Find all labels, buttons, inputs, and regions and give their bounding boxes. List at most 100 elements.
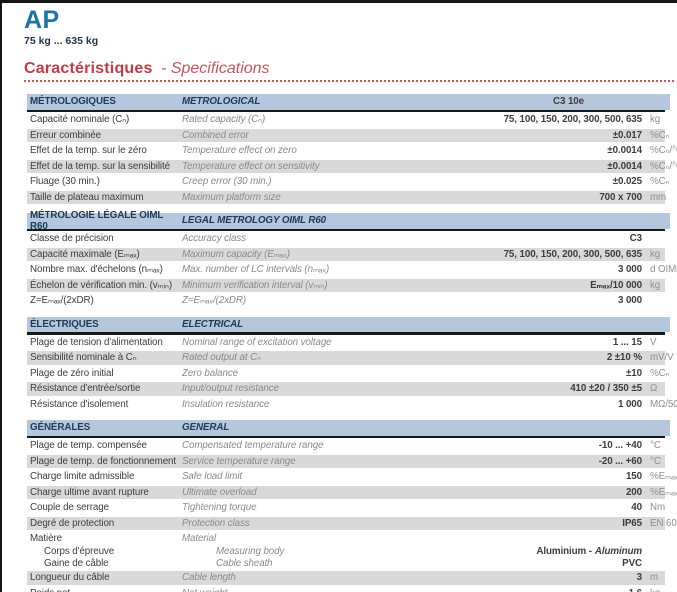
section-title-fr: ÉLECTRIQUES	[27, 319, 182, 330]
spec-row: Degré de protectionProtection classIP65E…	[27, 516, 677, 532]
section-title-en: LEGAL METROLOGY OIML R60	[182, 215, 472, 226]
label-fr-cell: Effet de la temp. sur le zéro	[27, 145, 182, 156]
spec-row: Plage de temp. de fonctionnementService …	[27, 454, 677, 470]
label-fr-cell: Degré de protection	[27, 518, 182, 529]
unit-cell: %Cₙ	[650, 368, 677, 379]
label-en-cell: Temperature effect on zero	[182, 145, 472, 156]
spec-row: Fluage (30 min.)Creep error (30 min.)±0.…	[27, 174, 677, 190]
value-cell: 40	[472, 502, 642, 513]
label-en-cell: Minimum verification interval (vₘᵢₙ)	[182, 280, 472, 291]
label-en-cell: Zero balance	[182, 368, 472, 379]
label-fr-cell: Capacité maximale (Eₘₐₓ)	[27, 249, 182, 260]
unit-cell: kg	[650, 588, 677, 592]
unit-cell: %Eₘₐₓ	[650, 487, 677, 498]
label-fr-cell: Charge ultime avant rupture	[27, 487, 182, 498]
label-en-cell: Combined error	[182, 130, 472, 141]
unit-cell: Nm	[650, 502, 677, 513]
label-fr-cell: Couple de serrage	[27, 502, 182, 513]
label-en-cell: Service temperature range	[182, 456, 472, 467]
section-header-row: GÉNÉRALESGENERAL	[27, 420, 677, 436]
section-title-fr: MÉTROLOGIE LÉGALE OIML R60	[27, 210, 182, 232]
label-en-cell: Rated output at Cₙ	[182, 352, 472, 363]
label-fr-cell: Gaine de câble	[27, 558, 196, 569]
value-text-italic: Aluminum	[595, 546, 642, 557]
spec-section: MÉTROLOGIE LÉGALE OIML R60LEGAL METROLOG…	[27, 213, 677, 309]
value-cell: 3 000	[472, 295, 642, 306]
value-text: Aluminium -	[536, 546, 592, 557]
page-content: AP 75 kg ... 635 kg Caractéristiques - S…	[2, 3, 677, 592]
unit-cell: MΩ/50V	[650, 399, 677, 410]
value-text: PVC	[622, 558, 642, 569]
unit-cell: mm	[650, 192, 677, 203]
value-cell: ±0.017	[472, 130, 642, 141]
unit-cell: V	[650, 337, 677, 348]
section-header-row: MÉTROLOGIE LÉGALE OIML R60LEGAL METROLOG…	[27, 213, 677, 229]
value-cell: 410 ±20 / 350 ±5	[472, 383, 642, 394]
label-en-cell: Maximum platform size	[182, 192, 472, 203]
value-cell: 1 ... 15	[472, 337, 642, 348]
value-cell: 3 000	[472, 264, 642, 275]
label-en-cell: Insulation resistance	[182, 399, 472, 410]
section-title-en: METROLOGICAL	[182, 96, 472, 107]
spec-row: Classe de précisionAccuracy classC3	[27, 231, 677, 247]
label-fr-cell: Longueur du câble	[27, 572, 182, 583]
value-cell: 75, 100, 150, 200, 300, 500, 635	[472, 114, 642, 125]
value-cell: PVC	[472, 558, 642, 569]
label-fr-cell: Erreur combinée	[27, 130, 182, 141]
label-fr-cell: Corps d'épreuve	[27, 546, 196, 557]
capacity-range: 75 kg ... 635 kg	[24, 35, 677, 47]
unit-cell: m	[650, 572, 677, 583]
label-fr-cell: Plage de temp. de fonctionnement	[27, 456, 182, 467]
label-en-cell: Net weight	[182, 588, 472, 592]
specs-heading-en: - Specifications	[161, 60, 270, 77]
spec-row: Échelon de vérification min. (vₘᵢₙ)Minim…	[27, 278, 677, 294]
label-en-cell: Maximum capacity (Eₘₐₓ)	[182, 249, 472, 260]
label-en-cell: Input/output resistance	[182, 383, 472, 394]
value-cell: -20 ... +60	[472, 456, 642, 467]
spec-row: Nombre max. d'échelons (nₘₐₓ)Max. number…	[27, 262, 677, 278]
section-title-en: ELECTRICAL	[182, 319, 472, 330]
value-cell: Eₘₐₓ/10 000	[472, 280, 642, 291]
label-en-cell: Compensated temperature range	[182, 440, 472, 451]
label-en-cell: Creep error (30 min.)	[182, 176, 472, 187]
unit-cell: %Cₙ/°C	[650, 145, 677, 156]
label-en-cell: Cable length	[182, 572, 472, 583]
unit-cell: kg	[650, 249, 677, 260]
datasheet-page: AP 75 kg ... 635 kg Caractéristiques - S…	[0, 0, 677, 592]
product-title: AP	[24, 8, 677, 32]
section-title-fr: GÉNÉRALES	[27, 422, 182, 433]
label-fr-cell: Plage de zéro initial	[27, 368, 182, 379]
spec-row: Z=Eₘₐₓ/(2xDR)Z=Eₘₐₓ/(2xDR)3 000	[27, 293, 677, 309]
label-fr-cell: Plage de tension d'alimentation	[27, 337, 182, 348]
spec-row: Taille de plateau maximumMaximum platfor…	[27, 190, 677, 206]
specs-heading: Caractéristiques - Specifications	[24, 60, 677, 77]
label-fr-cell: Fluage (30 min.)	[27, 176, 182, 187]
spec-row: Plage de temp. compenséeCompensated temp…	[27, 438, 677, 454]
spec-section: MÉTROLOGIQUESMETROLOGICALC3 10eCapacité …	[27, 94, 677, 205]
label-fr-cell: Charge limite admissible	[27, 471, 182, 482]
unit-cell: kg	[650, 280, 677, 291]
label-fr-cell: Nombre max. d'échelons (nₘₐₓ)	[27, 264, 182, 275]
value-cell: ±0.0014	[472, 145, 642, 156]
label-en-cell: Nominal range of excitation voltage	[182, 337, 472, 348]
value-cell: IP65	[472, 518, 642, 529]
label-fr-cell: Sensibilité nominale à Cₙ	[27, 352, 182, 363]
value-cell: 700 x 700	[472, 192, 642, 203]
unit-cell: °C	[650, 456, 677, 467]
label-fr-cell: Z=Eₘₐₓ/(2xDR)	[27, 295, 182, 306]
label-en-cell: Safe load limit	[182, 471, 472, 482]
spec-row: Sensibilité nominale à CₙRated output at…	[27, 350, 677, 366]
spec-row: Résistance d'isolementInsulation resista…	[27, 397, 677, 413]
value-cell: -10 ... +40	[472, 440, 642, 451]
label-fr-cell: Classe de précision	[27, 233, 182, 244]
label-fr-cell: Plage de temp. compensée	[27, 440, 182, 451]
spec-row: Poids netNet weight1.6kg	[27, 586, 677, 592]
label-fr-cell: Résistance d'entrée/sortie	[27, 383, 182, 394]
unit-cell: kg	[650, 114, 677, 125]
unit-cell: Ω	[650, 383, 677, 394]
value-cell: 200	[472, 487, 642, 498]
unit-cell: %Eₘₐₓ	[650, 471, 677, 482]
group-sub-line: Corps d'épreuveMeasuring bodyAluminium -…	[27, 545, 677, 557]
value-cell: ±0.025	[472, 176, 642, 187]
label-fr-cell: Échelon de vérification min. (vₘᵢₙ)	[27, 280, 182, 291]
